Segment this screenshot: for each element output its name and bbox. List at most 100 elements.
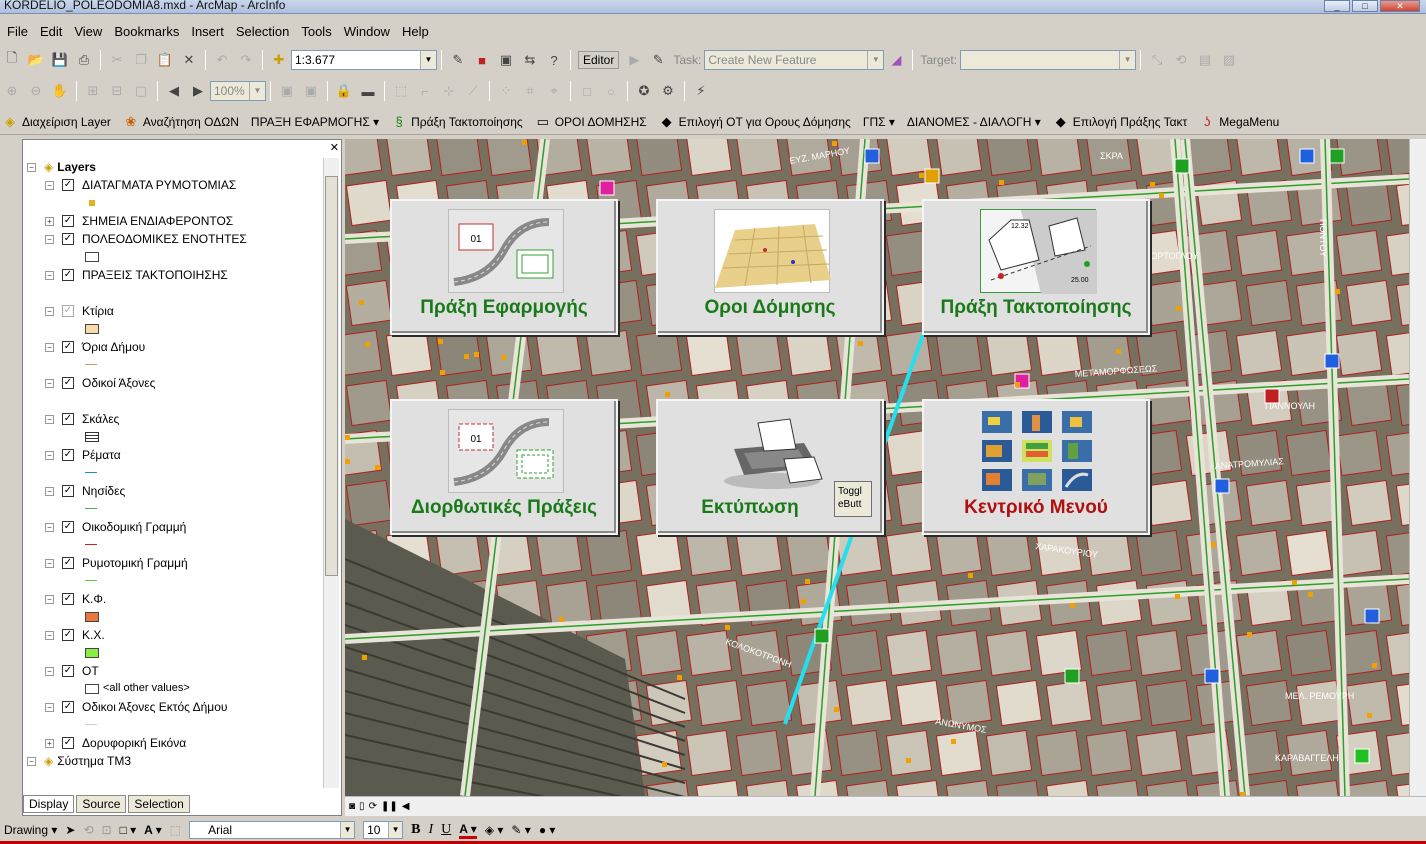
network-icon[interactable]: ⌗ (520, 81, 540, 101)
road-search-button[interactable]: ❀ Αναζήτηση ΟΔΩΝ (123, 114, 239, 130)
layer-visibility-checkbox[interactable]: ✓ (62, 593, 74, 605)
praxi-efarmogis-menu[interactable]: ΠΡΑΞΗ ΕΦΑΡΜΟΓΗΣ ▾ (251, 115, 379, 129)
select-features-icon[interactable]: ⬚ (391, 81, 411, 101)
font-name-combo[interactable]: Arial ▼ (189, 821, 356, 839)
select-elements-icon[interactable]: ➤ (65, 823, 75, 837)
layer-row[interactable]: − ✓ ΠΟΛΕΟΔΟΜΙΚΕΣ ΕΝΟΤΗΤΕΣ (27, 230, 317, 248)
collapse-icon[interactable]: − (45, 594, 54, 604)
edge-icon[interactable]: ⌖ (544, 81, 564, 101)
font-size-combo[interactable]: 10 ▼ (363, 821, 404, 839)
save-icon[interactable]: 💾 (50, 50, 70, 70)
card-ektyposi[interactable]: Εκτύπωση Toggl eButt (656, 399, 884, 535)
close-button[interactable]: ✕ (1380, 0, 1420, 12)
menu-tools[interactable]: Tools (296, 22, 336, 42)
layer-visibility-checkbox[interactable]: ✓ (62, 629, 74, 641)
layers-root[interactable]: − ◈ Layers (27, 158, 317, 176)
task-combo[interactable]: Create New Feature ▼ (704, 50, 885, 70)
collapse-icon[interactable]: − (45, 666, 54, 676)
command-line-icon[interactable]: ▣ (496, 50, 516, 70)
map-vertical-scrollbar[interactable] (1409, 139, 1426, 796)
menu-help[interactable]: Help (397, 22, 434, 42)
layer-visibility-checkbox[interactable]: ✓ (62, 377, 74, 389)
oroi-domisis-button[interactable]: ▭ ΟΡΟΙ ΔΟΜΗΣΗΣ (535, 114, 647, 130)
chevron-down-icon[interactable]: ▼ (388, 822, 403, 838)
attributes-icon[interactable]: ▤ (1195, 50, 1215, 70)
layer-visibility-checkbox[interactable]: ✓ (62, 521, 74, 533)
select-action-button[interactable]: ◆ Επιλογή Πράξης Τακτ (1053, 114, 1188, 130)
collapse-icon[interactable]: − (45, 342, 54, 352)
fill-color-icon[interactable]: ◈ ▾ (485, 823, 504, 837)
megamenu-button[interactable]: ʖ MegaMenu (1199, 114, 1279, 130)
layer-visibility-checkbox[interactable]: ✓ (62, 665, 74, 677)
layer-visibility-checkbox[interactable]: ✓ (62, 233, 74, 245)
layer-row[interactable]: − ✓ Όρια Δήμου (27, 338, 317, 356)
collapse-icon[interactable]: − (27, 756, 36, 766)
sketch-properties-icon[interactable]: ▨ (1219, 50, 1239, 70)
rectangle-icon[interactable]: □ (577, 81, 597, 101)
identify-icon[interactable]: ✪ (634, 81, 654, 101)
editor-toolbar-icon[interactable]: ✎ (448, 50, 468, 70)
layer-visibility-checkbox[interactable]: ✓ (62, 341, 74, 353)
layer-row[interactable]: + ✓ ΣΗΜΕΙΑ ΕΝΔΙΑΦΕΡΟΝΤΟΣ (27, 212, 317, 230)
collapse-icon[interactable]: − (45, 234, 54, 244)
toggle-button[interactable]: Toggl eButt (834, 481, 872, 517)
collapse-icon[interactable]: − (45, 702, 54, 712)
layout-page2-icon[interactable]: ▣ (301, 81, 321, 101)
delete-icon[interactable]: ✕ (179, 50, 199, 70)
layer-row[interactable]: − ✓ Οδικοι Άξονες Εκτός Δήμου (27, 698, 317, 716)
expand-icon[interactable]: + (45, 738, 54, 748)
collapse-icon[interactable]: − (45, 630, 54, 640)
collapse-icon[interactable]: − (27, 162, 36, 172)
model-builder-icon[interactable]: ⇆ (520, 50, 540, 70)
menu-edit[interactable]: Edit (35, 22, 67, 42)
layer-row[interactable]: − ✓ ΔΙΑΤΑΓΜΑΤΑ ΡΥΜΟΤΟΜΙΑΣ (27, 176, 317, 194)
layer-management-button[interactable]: ◈ Διαχείριση Layer (2, 114, 111, 130)
rotate-icon[interactable]: ⟲ (1171, 50, 1191, 70)
fixed-zoom-out-icon[interactable]: ⊟ (107, 81, 127, 101)
drawing-menu[interactable]: Drawing ▾ (4, 823, 57, 837)
sketch-tool-icon[interactable]: ✎ (648, 50, 668, 70)
toc-scroll-thumb[interactable] (325, 176, 338, 576)
collapse-icon[interactable]: − (45, 414, 54, 424)
menu-view[interactable]: View (69, 22, 107, 42)
card-diorthotikes-praxeis[interactable]: 01 Διορθωτικές Πράξεις (390, 399, 618, 535)
line-color-icon[interactable]: ✎ ▾ (511, 823, 530, 837)
marker-color-icon[interactable]: ● ▾ (539, 823, 556, 837)
menu-window[interactable]: Window (339, 22, 395, 42)
hyperlink-icon[interactable]: ⚡ (691, 81, 711, 101)
lock-icon[interactable]: 🔒 (334, 81, 354, 101)
layer-visibility-checkbox[interactable]: ✓ (62, 305, 74, 317)
layer-visibility-checkbox[interactable]: ✓ (62, 449, 74, 461)
scroll-left-icon[interactable]: ◀ (402, 801, 410, 812)
arctoolbox-icon[interactable]: ■ (472, 50, 492, 70)
layer-row[interactable]: − ✓ ΠΡΑΞΕΙΣ ΤΑΚΤΟΠΟΙΗΣΗΣ (27, 266, 317, 284)
close-icon[interactable]: ✕ (330, 141, 339, 154)
layer-row[interactable]: − ✓ Οικοδομική Γραμμή (27, 518, 317, 536)
chevron-down-icon[interactable]: ▼ (340, 822, 355, 838)
map-view[interactable]: ΕΥΖ. ΜΑΡΗΟΥ ΣΚΡΑ ΜΕΤΑΜΟΡΦΩΣΕΩΣ ΠΑΝΝΟΥΛΗ ΑΝΑΤ… (345, 139, 1409, 796)
collapse-icon[interactable]: − (45, 486, 54, 496)
tab-selection[interactable]: Selection (128, 795, 190, 813)
underline-button[interactable]: U (441, 822, 451, 838)
chevron-down-icon[interactable]: ▼ (1119, 51, 1136, 69)
find-icon[interactable]: ⚙ (658, 81, 678, 101)
menu-file[interactable]: File (2, 22, 33, 42)
snap-icon[interactable]: ⊹ (439, 81, 459, 101)
cut-icon[interactable]: ✂ (107, 50, 127, 70)
layer-row[interactable]: − ✓ Νησίδες (27, 482, 317, 500)
chevron-down-icon[interactable]: ▼ (249, 82, 265, 100)
layer-visibility-checkbox[interactable]: ✓ (62, 215, 74, 227)
select-block-button[interactable]: ◆ Επιλογή ΟΤ για Ορους Δόμησης (659, 114, 851, 130)
data-view-icon[interactable]: ◙ (349, 801, 355, 812)
map-scale-combo[interactable]: 1:3.677 ▼ (291, 50, 437, 70)
toc-scrollbar[interactable] (323, 158, 339, 788)
rectangle-tool-icon[interactable]: □ ▾ (120, 823, 137, 837)
collapse-icon[interactable]: − (45, 306, 54, 316)
layer-row[interactable]: − ✓ Σκάλες (27, 410, 317, 428)
rotate-element-icon[interactable]: ⟲ (83, 823, 93, 837)
menu-insert[interactable]: Insert (186, 22, 229, 42)
layout-page-icon[interactable]: ▣ (277, 81, 297, 101)
minimize-button[interactable]: _ (1324, 0, 1350, 12)
trace-icon[interactable]: ⌐ (415, 81, 435, 101)
forward-extent-icon[interactable]: ▶ (188, 81, 208, 101)
